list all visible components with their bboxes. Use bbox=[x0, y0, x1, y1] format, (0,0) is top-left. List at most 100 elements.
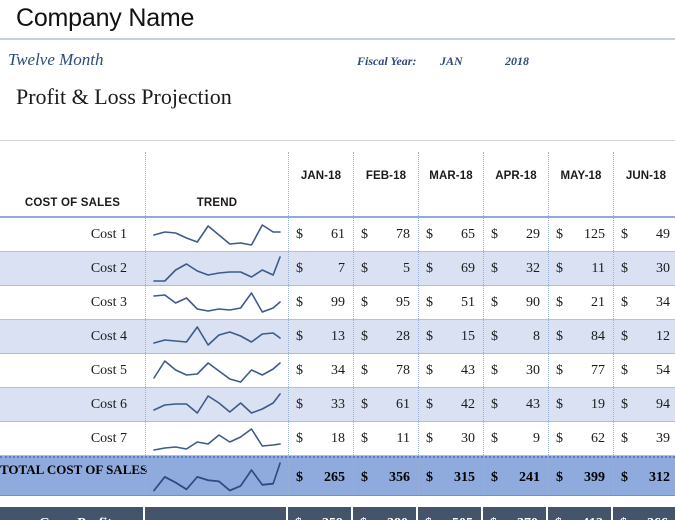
total-cell-value: $315 bbox=[418, 458, 483, 495]
cell-value: $12 bbox=[613, 320, 675, 353]
trend-sparkline bbox=[145, 458, 288, 495]
currency-symbol: $ bbox=[426, 329, 433, 344]
gross-profit-trend-cell bbox=[145, 507, 288, 520]
row-label: Cost 3 bbox=[90, 295, 127, 310]
cell-value: $29 bbox=[483, 218, 548, 251]
cell-value: $51 bbox=[418, 286, 483, 319]
cell-value: $61 bbox=[353, 388, 418, 421]
gross-profit-cell-value: $359 bbox=[288, 507, 353, 520]
cell-value: $19 bbox=[548, 388, 613, 421]
total-cell-value: $265 bbox=[288, 458, 353, 495]
currency-symbol: $ bbox=[491, 470, 498, 485]
cell-value: $77 bbox=[548, 354, 613, 387]
column-header-feb-18: FEB-18 bbox=[353, 152, 418, 218]
currency-symbol: $ bbox=[491, 261, 498, 276]
currency-symbol: $ bbox=[620, 507, 627, 520]
cell-value: $78 bbox=[353, 218, 418, 251]
currency-symbol: $ bbox=[361, 329, 368, 344]
total-cell-value: $312 bbox=[613, 458, 675, 495]
cell-value: $43 bbox=[483, 388, 548, 421]
total-cost-of-sales-row: TOTAL COST OF SALES $265 $356 $315 $241 … bbox=[0, 456, 675, 496]
fiscal-year-month[interactable]: JAN bbox=[440, 54, 463, 69]
currency-symbol: $ bbox=[556, 329, 563, 344]
currency-symbol: $ bbox=[556, 261, 563, 276]
cell-value: $61 bbox=[288, 218, 353, 251]
page-title: Profit & Loss Projection bbox=[16, 84, 232, 109]
trend-sparkline bbox=[145, 252, 288, 285]
currency-symbol: $ bbox=[296, 227, 303, 242]
currency-symbol: $ bbox=[491, 227, 498, 242]
cell-value: $69 bbox=[418, 252, 483, 285]
gross-profit-cell-value: $413 bbox=[548, 507, 613, 520]
cell-value: $43 bbox=[418, 354, 483, 387]
cell-value: $30 bbox=[613, 252, 675, 285]
table-header-row: COST OF SALES TREND JAN-18 FEB-18 MAR-18… bbox=[0, 152, 675, 218]
currency-symbol: $ bbox=[361, 227, 368, 242]
cell-value: $18 bbox=[288, 422, 353, 455]
currency-symbol: $ bbox=[425, 507, 432, 520]
column-header-jun-18: JUN-18 bbox=[613, 152, 675, 218]
currency-symbol: $ bbox=[556, 431, 563, 446]
cell-value: $90 bbox=[483, 286, 548, 319]
row-label: Cost 4 bbox=[90, 329, 127, 344]
cell-value: $5 bbox=[353, 252, 418, 285]
cell-value: $7 bbox=[288, 252, 353, 285]
currency-symbol: $ bbox=[296, 397, 303, 412]
cell-value: $95 bbox=[353, 286, 418, 319]
column-header-mar-18: MAR-18 bbox=[418, 152, 483, 218]
cell-value: $13 bbox=[288, 320, 353, 353]
gross-profit-row: Gross Profit $359 $380 $505 $370 $413 $2… bbox=[0, 507, 675, 520]
currency-symbol: $ bbox=[296, 261, 303, 276]
fiscal-year-value[interactable]: 2018 bbox=[505, 54, 529, 69]
cell-value: $84 bbox=[548, 320, 613, 353]
currency-symbol: $ bbox=[296, 470, 303, 485]
currency-symbol: $ bbox=[360, 507, 367, 520]
cost-of-sales-table: COST OF SALES TREND JAN-18 FEB-18 MAR-18… bbox=[0, 152, 675, 520]
profit-loss-spreadsheet: Company Name Twelve Month Fiscal Year: J… bbox=[0, 0, 675, 520]
cell-value: $11 bbox=[353, 422, 418, 455]
currency-symbol: $ bbox=[426, 295, 433, 310]
currency-symbol: $ bbox=[556, 397, 563, 412]
total-row-label: TOTAL COST OF SALES bbox=[0, 462, 148, 477]
table-row: Cost 1 $61 $78 $65 $29 $125 $49 bbox=[0, 218, 675, 252]
cell-value: $34 bbox=[613, 286, 675, 319]
trend-sparkline bbox=[145, 286, 288, 319]
column-header-may-18: MAY-18 bbox=[548, 152, 613, 218]
trend-sparkline bbox=[145, 218, 288, 251]
currency-symbol: $ bbox=[361, 363, 368, 378]
trend-sparkline bbox=[145, 354, 288, 387]
currency-symbol: $ bbox=[621, 261, 628, 276]
currency-symbol: $ bbox=[426, 431, 433, 446]
table-row: Cost 6 $33 $61 $42 $43 $19 $94 bbox=[0, 388, 675, 422]
currency-symbol: $ bbox=[296, 329, 303, 344]
currency-symbol: $ bbox=[555, 507, 562, 520]
cell-value: $30 bbox=[483, 354, 548, 387]
currency-symbol: $ bbox=[296, 363, 303, 378]
currency-symbol: $ bbox=[621, 397, 628, 412]
currency-symbol: $ bbox=[490, 507, 497, 520]
currency-symbol: $ bbox=[491, 397, 498, 412]
currency-symbol: $ bbox=[295, 507, 302, 520]
row-label: Cost 1 bbox=[90, 227, 127, 242]
currency-symbol: $ bbox=[361, 397, 368, 412]
row-label: Cost 5 bbox=[90, 363, 127, 378]
currency-symbol: $ bbox=[426, 261, 433, 276]
table-row: Cost 3 $99 $95 $51 $90 $21 $34 bbox=[0, 286, 675, 320]
gross-profit-cell-value: $266 bbox=[613, 507, 675, 520]
cell-value: $54 bbox=[613, 354, 675, 387]
cell-value: $49 bbox=[613, 218, 675, 251]
currency-symbol: $ bbox=[361, 261, 368, 276]
period-label: Twelve Month bbox=[8, 50, 104, 69]
currency-symbol: $ bbox=[556, 363, 563, 378]
currency-symbol: $ bbox=[621, 227, 628, 242]
total-cell-value: $399 bbox=[548, 458, 613, 495]
cell-value: $62 bbox=[548, 422, 613, 455]
cell-value: $32 bbox=[483, 252, 548, 285]
currency-symbol: $ bbox=[491, 295, 498, 310]
cell-value: $99 bbox=[288, 286, 353, 319]
gross-profit-cell-value: $505 bbox=[418, 507, 483, 520]
company-name: Company Name bbox=[16, 4, 195, 32]
cell-value: $21 bbox=[548, 286, 613, 319]
cell-value: $30 bbox=[418, 422, 483, 455]
gross-profit-cell-value: $370 bbox=[483, 507, 548, 520]
